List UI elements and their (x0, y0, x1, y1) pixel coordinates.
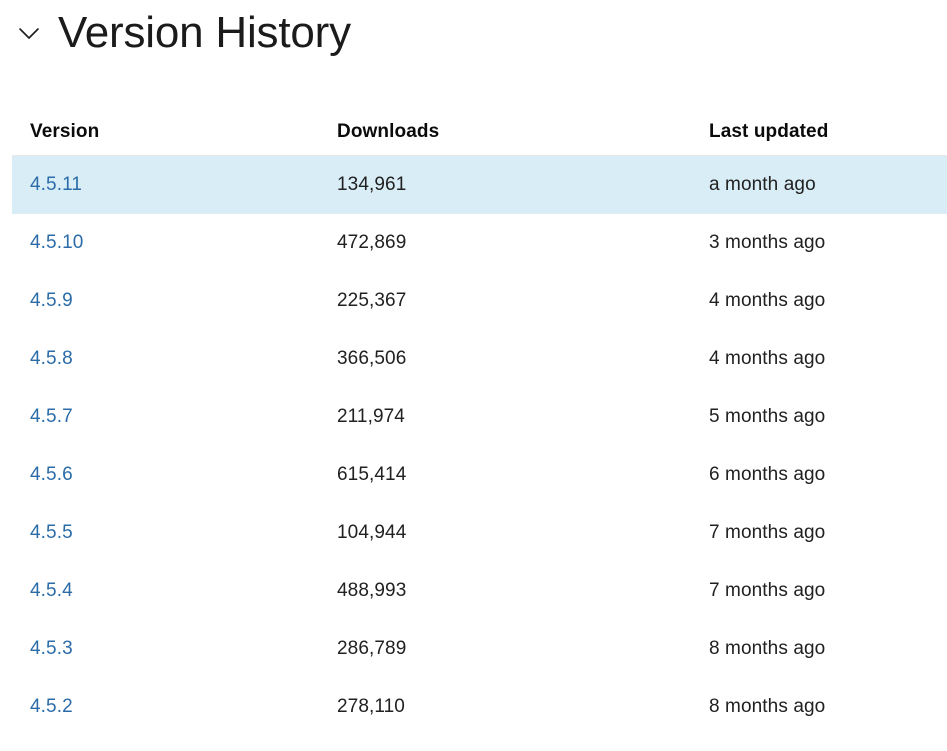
column-header-version: Version (12, 121, 337, 143)
version-link[interactable]: 4.5.5 (30, 522, 73, 543)
last-updated-cell: 6 months ago (709, 464, 947, 486)
last-updated-cell: 7 months ago (709, 580, 947, 602)
table-row[interactable]: 4.5.9 225,3674 months ago (12, 272, 947, 330)
table-row[interactable]: 4.5.10 472,8693 months ago (12, 214, 947, 272)
version-link[interactable]: 4.5.6 (30, 464, 73, 485)
table-header-row: Version Downloads Last updated (12, 108, 947, 156)
version-history-toggle[interactable]: Version History (14, 10, 351, 56)
table-row[interactable]: 4.5.6 615,4146 months ago (12, 446, 947, 504)
version-link[interactable]: 4.5.10 (30, 232, 83, 253)
downloads-cell: 134,961 (337, 174, 709, 196)
chevron-down-icon[interactable] (14, 18, 44, 48)
version-cell: 4.5.7 (12, 406, 337, 428)
last-updated-cell: 5 months ago (709, 406, 947, 428)
downloads-cell: 104,944 (337, 522, 709, 544)
downloads-cell: 225,367 (337, 290, 709, 312)
table-row[interactable]: 4.5.3 286,7898 months ago (12, 620, 947, 678)
column-header-last-updated: Last updated (709, 121, 947, 143)
downloads-cell: 488,993 (337, 580, 709, 602)
version-link[interactable]: 4.5.9 (30, 290, 73, 311)
last-updated-cell: 7 months ago (709, 522, 947, 544)
version-cell: 4.5.9 (12, 290, 337, 312)
version-history-page: Version History Version Downloads Last u… (0, 0, 947, 751)
table-row[interactable]: 4.5.11 134,961a month ago (12, 156, 947, 214)
version-cell: 4.5.3 (12, 638, 337, 660)
last-updated-cell: 4 months ago (709, 348, 947, 370)
downloads-cell: 472,869 (337, 232, 709, 254)
version-link[interactable]: 4.5.8 (30, 348, 73, 369)
version-link[interactable]: 4.5.7 (30, 406, 73, 427)
last-updated-cell: 4 months ago (709, 290, 947, 312)
downloads-cell: 286,789 (337, 638, 709, 660)
version-cell: 4.5.2 (12, 696, 337, 718)
version-link[interactable]: 4.5.2 (30, 696, 73, 717)
version-cell: 4.5.11 (12, 174, 337, 196)
table-row[interactable]: 4.5.7 211,9745 months ago (12, 388, 947, 446)
version-cell: 4.5.5 (12, 522, 337, 544)
page-title: Version History (58, 10, 351, 56)
version-cell: 4.5.4 (12, 580, 337, 602)
version-link[interactable]: 4.5.3 (30, 638, 73, 659)
table-body: 4.5.11 134,961a month ago 4.5.10 472,8693 m… (0, 156, 947, 736)
last-updated-cell: 3 months ago (709, 232, 947, 254)
version-history-table: Version Downloads Last updated 4.5.11 134… (0, 108, 947, 736)
downloads-cell: 211,974 (337, 406, 709, 428)
column-header-downloads: Downloads (337, 121, 709, 143)
version-cell: 4.5.8 (12, 348, 337, 370)
version-link[interactable]: 4.5.4 (30, 580, 73, 601)
version-link[interactable]: 4.5.11 (30, 174, 82, 195)
downloads-cell: 615,414 (337, 464, 709, 486)
downloads-cell: 278,110 (337, 696, 709, 718)
table-row[interactable]: 4.5.5 104,9447 months ago (12, 504, 947, 562)
table-row[interactable]: 4.5.8 366,5064 months ago (12, 330, 947, 388)
last-updated-cell: a month ago (709, 174, 947, 196)
version-cell: 4.5.6 (12, 464, 337, 486)
downloads-cell: 366,506 (337, 348, 709, 370)
last-updated-cell: 8 months ago (709, 638, 947, 660)
last-updated-cell: 8 months ago (709, 696, 947, 718)
table-row[interactable]: 4.5.2 278,1108 months ago (12, 678, 947, 736)
table-row[interactable]: 4.5.4 488,9937 months ago (12, 562, 947, 620)
version-cell: 4.5.10 (12, 232, 337, 254)
